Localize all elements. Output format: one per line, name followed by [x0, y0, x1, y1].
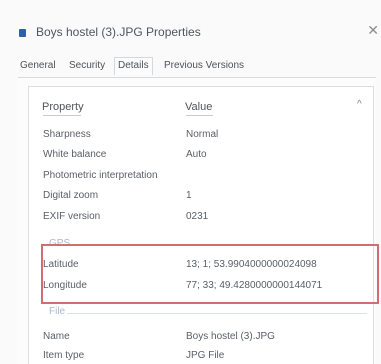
properties-list[interactable]: Property Value ^ Sharpness Normal White …	[28, 86, 379, 364]
title-bar: Boys hostel (3).JPG Properties ✕	[0, 0, 381, 62]
property-value[interactable]: JPG File	[186, 350, 224, 361]
header-underline	[186, 115, 213, 116]
close-icon[interactable]: ✕	[367, 22, 379, 39]
property-name[interactable]: Sharpness	[43, 129, 91, 140]
column-header-property[interactable]: Property	[42, 101, 84, 113]
property-name[interactable]: Photometric interpretation	[43, 170, 158, 181]
property-value[interactable]: 1	[186, 190, 192, 201]
property-name[interactable]: Item type	[43, 350, 84, 361]
chevron-up-icon[interactable]: ^	[357, 99, 362, 110]
details-panel: Property Value ^ Sharpness Normal White …	[18, 78, 379, 364]
tab-general[interactable]: General	[20, 60, 56, 71]
tab-security[interactable]: Security	[69, 60, 105, 71]
header-underline	[43, 115, 81, 116]
property-value[interactable]: 0231	[186, 211, 208, 222]
properties-dialog: Boys hostel (3).JPG Properties ✕ General…	[0, 0, 381, 364]
property-value[interactable]: Boys hostel (3).JPG	[186, 331, 275, 342]
tab-details[interactable]: Details	[114, 57, 153, 75]
property-name[interactable]: Digital zoom	[43, 190, 98, 201]
tab-previous-versions[interactable]: Previous Versions	[164, 60, 244, 71]
group-divider	[67, 313, 367, 314]
property-value[interactable]: Auto	[186, 149, 207, 160]
property-name[interactable]: EXIF version	[43, 211, 100, 222]
group-label-file: File	[49, 306, 66, 317]
column-header-value[interactable]: Value	[185, 101, 212, 113]
gps-highlight-box	[41, 244, 379, 304]
window-title: Boys hostel (3).JPG Properties	[36, 25, 201, 39]
property-name[interactable]: White balance	[43, 149, 106, 160]
file-icon	[19, 29, 26, 37]
property-name[interactable]: Name	[43, 331, 70, 342]
property-value[interactable]: Normal	[186, 129, 218, 140]
